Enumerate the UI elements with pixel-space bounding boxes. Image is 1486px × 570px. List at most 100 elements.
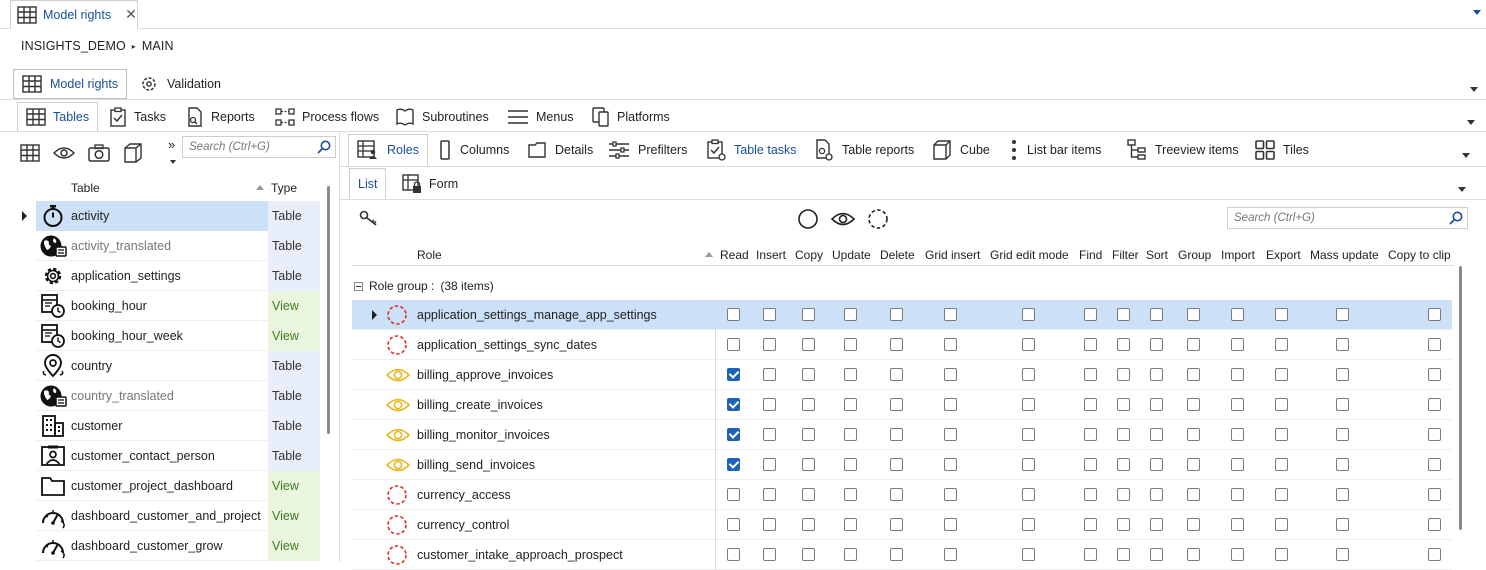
permission-checkbox[interactable] [1336, 338, 1349, 351]
tab-tasks[interactable]: Tasks [101, 102, 174, 132]
permission-checkbox[interactable] [1022, 518, 1035, 531]
permission-checkbox[interactable] [727, 428, 740, 441]
permission-checkbox[interactable] [727, 458, 740, 471]
permission-checkbox[interactable] [1022, 548, 1035, 561]
permission-checkbox[interactable] [1336, 428, 1349, 441]
role-row[interactable]: currency_access [352, 480, 1452, 510]
permission-checkbox[interactable] [1117, 338, 1130, 351]
permission-checkbox[interactable] [944, 458, 957, 471]
column-header-update[interactable]: Update [832, 248, 871, 262]
permission-checkbox[interactable] [1022, 398, 1035, 411]
permission-checkbox[interactable] [1117, 428, 1130, 441]
permission-checkbox[interactable] [1022, 338, 1035, 351]
permission-checkbox[interactable] [1084, 398, 1097, 411]
permission-checkbox[interactable] [944, 488, 957, 501]
permission-checkbox[interactable] [1231, 518, 1244, 531]
permission-checkbox[interactable] [1150, 458, 1163, 471]
subtabs-dropdown-icon[interactable] [1467, 120, 1475, 125]
permission-checkbox[interactable] [844, 368, 857, 381]
permission-checkbox[interactable] [844, 488, 857, 501]
permission-checkbox[interactable] [1022, 308, 1035, 321]
tab-menus[interactable]: Menus [499, 102, 582, 132]
permission-checkbox[interactable] [844, 398, 857, 411]
left-scrollbar[interactable] [327, 186, 330, 434]
table-row[interactable]: booking_hour_week View [36, 320, 320, 351]
module-tab-model-rights[interactable]: Model rights [13, 69, 128, 99]
eye-icon[interactable] [831, 210, 855, 228]
column-header-insert[interactable]: Insert [756, 248, 786, 262]
permission-checkbox[interactable] [1187, 428, 1200, 441]
tab-form[interactable]: Form [394, 168, 466, 199]
permission-checkbox[interactable] [802, 458, 815, 471]
permission-checkbox[interactable] [1275, 308, 1288, 321]
doc-tab-model-rights[interactable]: Model rights ✕ [10, 0, 138, 29]
permission-checkbox[interactable] [944, 518, 957, 531]
permission-checkbox[interactable] [727, 368, 740, 381]
permission-checkbox[interactable] [1187, 368, 1200, 381]
permission-checkbox[interactable] [890, 458, 903, 471]
right-tabs-dropdown-icon[interactable] [1462, 153, 1470, 158]
permission-checkbox[interactable] [1428, 548, 1441, 561]
permission-checkbox[interactable] [1117, 488, 1130, 501]
role-row[interactable]: currency_control [352, 510, 1452, 540]
grid-view-icon[interactable] [20, 144, 40, 162]
permission-checkbox[interactable] [1428, 458, 1441, 471]
grid-scrollbar[interactable] [1459, 266, 1462, 530]
permission-checkbox[interactable] [1150, 338, 1163, 351]
table-row[interactable]: dashboard_customer_grow View [36, 530, 320, 561]
permission-checkbox[interactable] [1231, 398, 1244, 411]
permission-checkbox[interactable] [1187, 308, 1200, 321]
permission-checkbox[interactable] [763, 488, 776, 501]
tab-subroutines[interactable]: Subroutines [387, 102, 497, 132]
key-icon[interactable] [359, 210, 379, 228]
permission-checkbox[interactable] [1336, 308, 1349, 321]
permission-checkbox[interactable] [1084, 338, 1097, 351]
permission-checkbox[interactable] [890, 368, 903, 381]
group-row[interactable]: Role group : (38 items) [352, 275, 494, 297]
permission-checkbox[interactable] [1275, 398, 1288, 411]
column-header-find[interactable]: Find [1079, 248, 1102, 262]
permission-checkbox[interactable] [890, 308, 903, 321]
tab-list[interactable]: List [349, 168, 387, 199]
tab-table-reports[interactable]: Table reports [806, 134, 922, 166]
permission-checkbox[interactable] [727, 338, 740, 351]
sort-asc-icon[interactable] [705, 252, 713, 257]
column-header-type[interactable]: Type [271, 181, 297, 195]
grid-search-box[interactable] [1227, 207, 1468, 229]
permission-checkbox[interactable] [727, 308, 740, 321]
permission-checkbox[interactable] [890, 548, 903, 561]
permission-checkbox[interactable] [1231, 308, 1244, 321]
permission-checkbox[interactable] [1084, 368, 1097, 381]
permission-checkbox[interactable] [763, 548, 776, 561]
list-form-dropdown-icon[interactable] [1458, 187, 1466, 192]
column-header-import[interactable]: Import [1221, 248, 1255, 262]
table-row[interactable]: country_translated Table [36, 380, 320, 411]
permission-checkbox[interactable] [1084, 428, 1097, 441]
permission-checkbox[interactable] [890, 338, 903, 351]
permission-checkbox[interactable] [1231, 488, 1244, 501]
column-header-export[interactable]: Export [1266, 248, 1301, 262]
permission-checkbox[interactable] [802, 518, 815, 531]
permission-checkbox[interactable] [1428, 518, 1441, 531]
column-header-table[interactable]: Table [71, 181, 100, 195]
role-row[interactable]: customer_intake_approach_prospect [352, 540, 1452, 570]
role-row[interactable]: application_settings_sync_dates [352, 330, 1452, 360]
permission-checkbox[interactable] [1275, 458, 1288, 471]
permission-checkbox[interactable] [763, 458, 776, 471]
tab-details[interactable]: Details [519, 134, 601, 166]
permission-checkbox[interactable] [1084, 308, 1097, 321]
permission-checkbox[interactable] [1117, 398, 1130, 411]
dashed-circle-icon[interactable] [867, 208, 889, 230]
permission-checkbox[interactable] [1187, 548, 1200, 561]
tab-cube[interactable]: Cube [924, 134, 998, 166]
permission-checkbox[interactable] [944, 398, 957, 411]
permission-checkbox[interactable] [1187, 518, 1200, 531]
permission-checkbox[interactable] [802, 338, 815, 351]
toolbar-overflow-caret-icon[interactable] [170, 160, 176, 164]
permission-checkbox[interactable] [802, 398, 815, 411]
permission-checkbox[interactable] [1231, 368, 1244, 381]
tab-platforms[interactable]: Platforms [584, 102, 678, 132]
permission-checkbox[interactable] [763, 368, 776, 381]
table-row[interactable]: booking_hour View [36, 290, 320, 321]
permission-checkbox[interactable] [1336, 458, 1349, 471]
